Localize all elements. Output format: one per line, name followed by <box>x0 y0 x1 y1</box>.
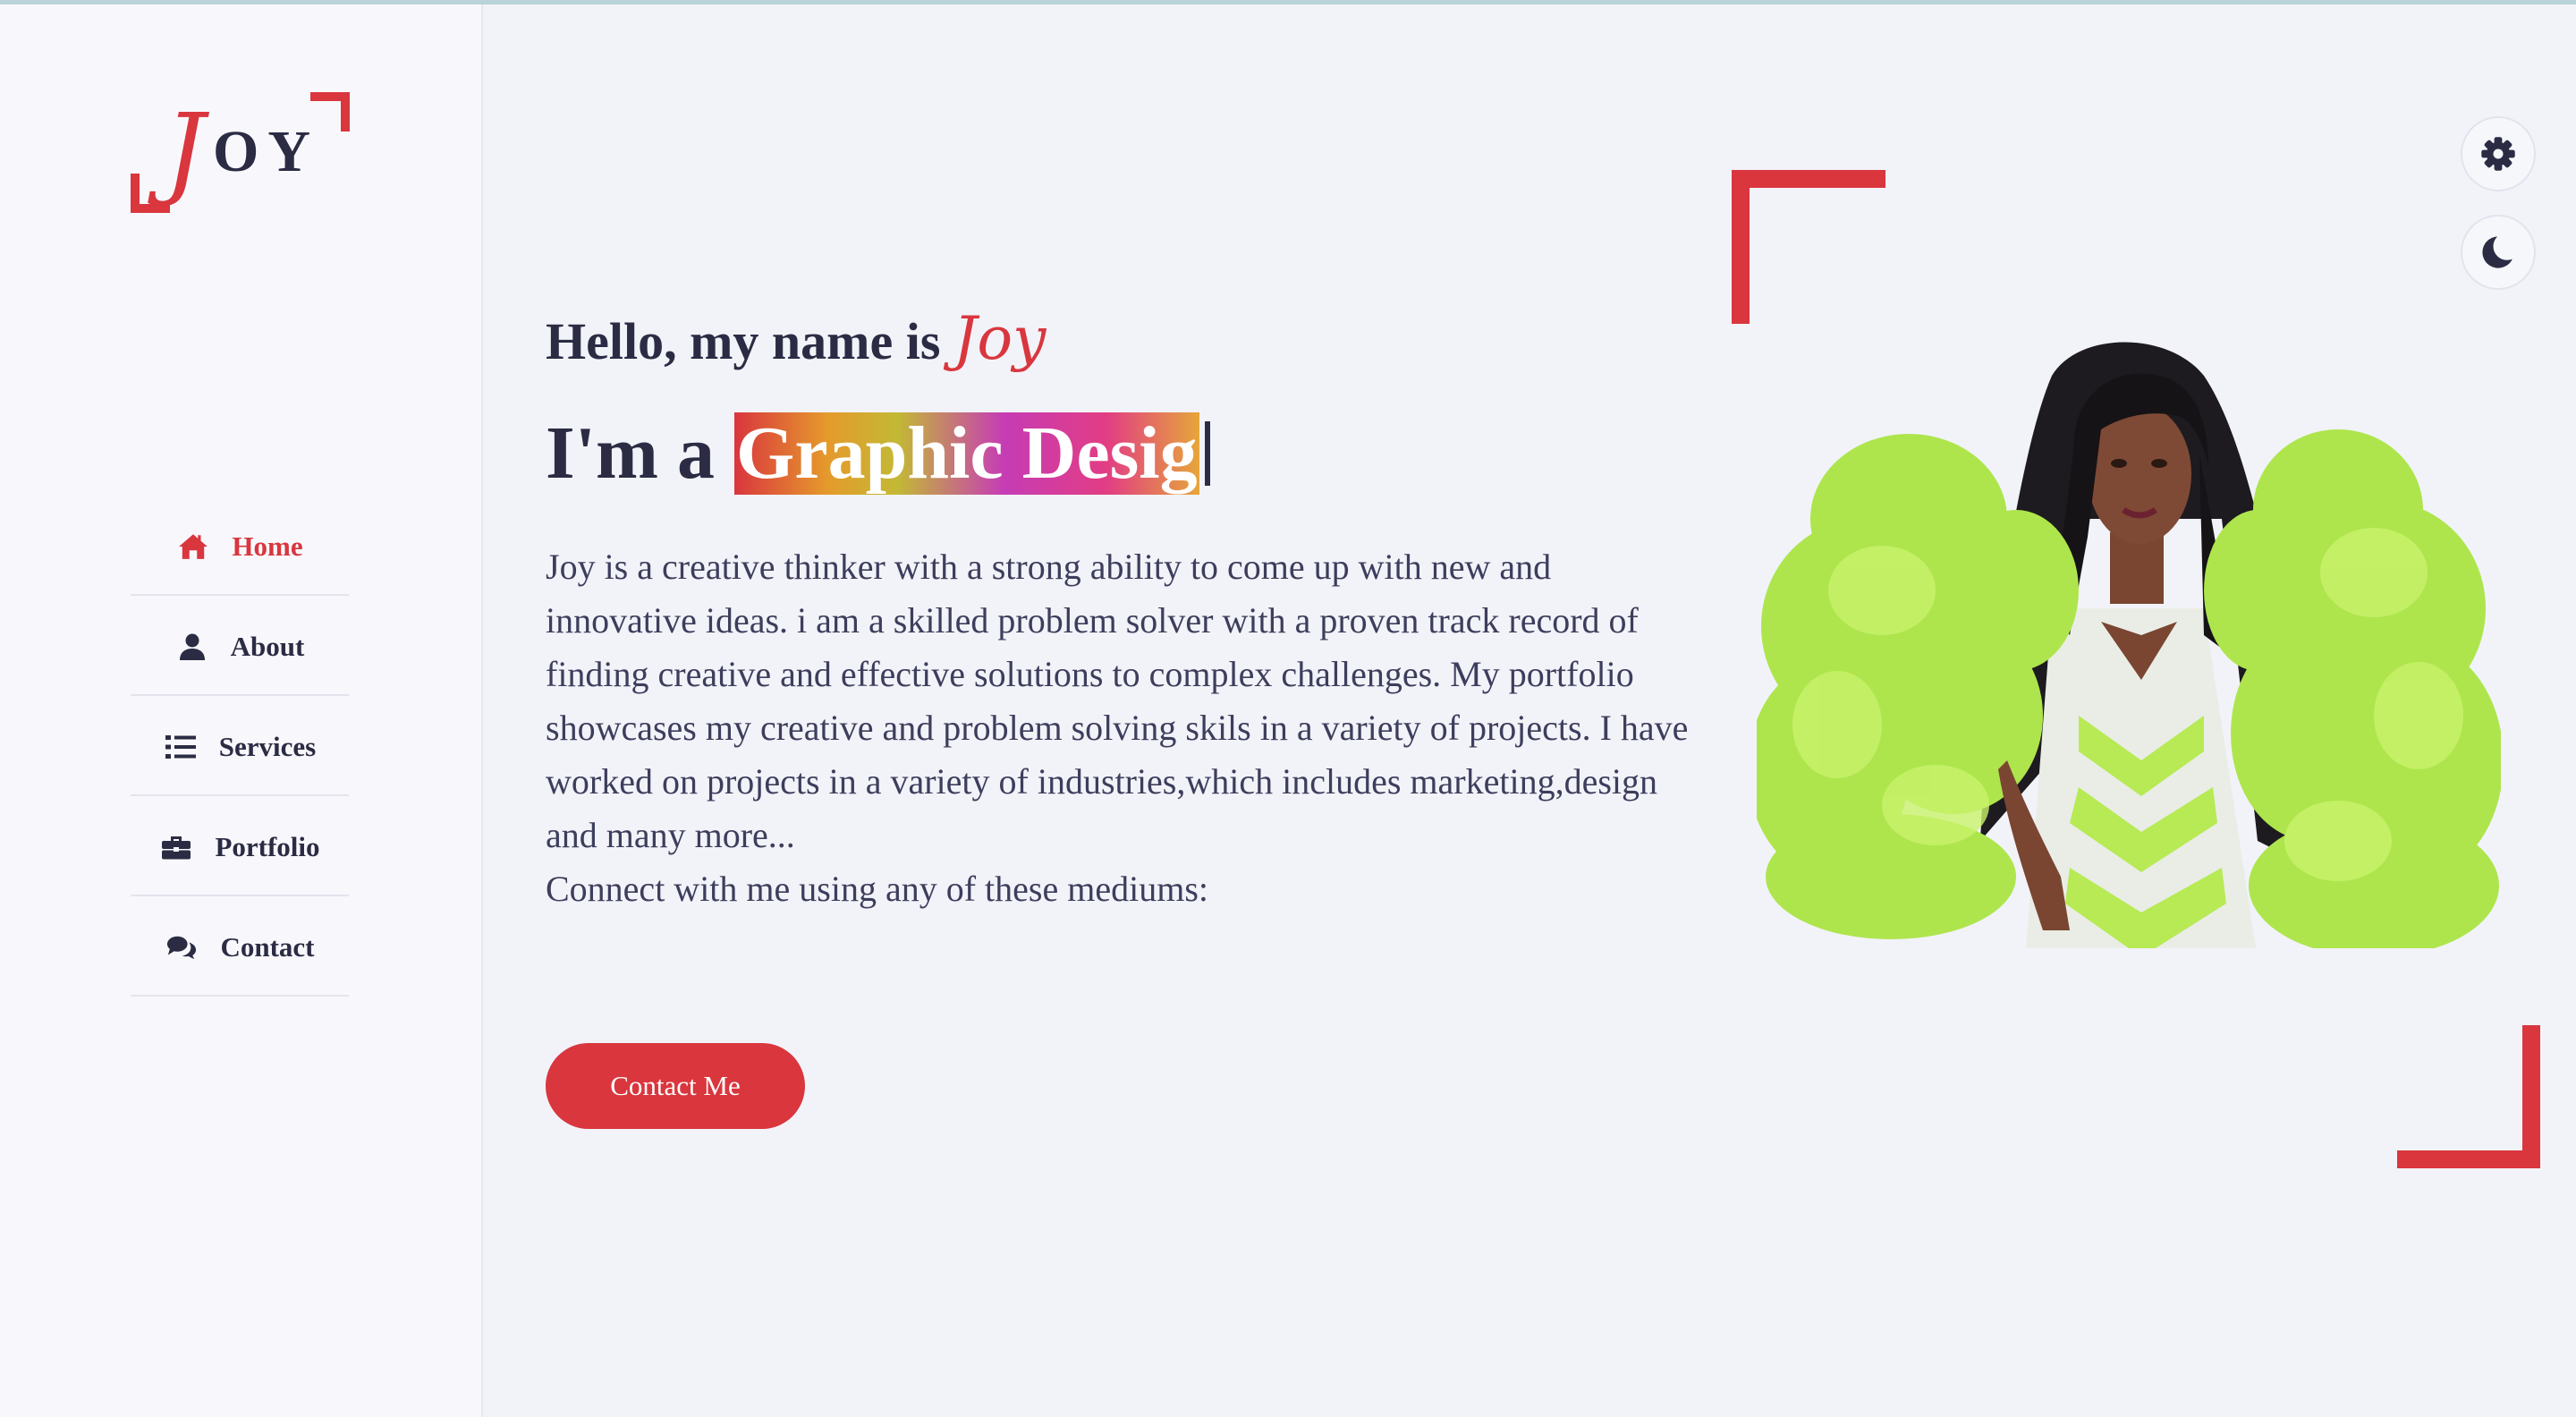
profile-photo <box>1757 342 2501 959</box>
gear-icon <box>2481 137 2515 171</box>
hero-role: I'm a Graphic Desig <box>546 410 1210 496</box>
logo-letter-j: J <box>165 93 205 209</box>
nav-item-services[interactable]: Services <box>131 699 349 796</box>
nav-label-portfolio: Portfolio <box>215 830 320 862</box>
photo-frame-corner-top-left <box>1732 170 1885 324</box>
user-icon <box>175 632 209 661</box>
hero-description: Joy is a creative thinker with a strong … <box>546 540 1699 916</box>
settings-button[interactable] <box>2461 116 2536 191</box>
briefcase-icon <box>159 833 193 861</box>
nav-item-home[interactable]: Home <box>131 498 349 596</box>
hero-greeting: Hello, my name is Joy <box>546 304 1046 373</box>
role-prefix: I'm a <box>546 412 715 495</box>
nav-label-services: Services <box>218 730 317 762</box>
theme-toggle-button[interactable] <box>2461 215 2536 290</box>
nav-label-contact: Contact <box>220 930 315 963</box>
connect-text: Connect with me using any of these mediu… <box>546 869 1208 909</box>
comments-icon <box>165 933 199 962</box>
main-nav: Home About Services Portfolio Contact <box>131 498 349 999</box>
greeting-text: Hello, my name is <box>546 312 941 370</box>
sidebar: J OY Home About Services Portfolio Conta… <box>0 4 483 1417</box>
nav-item-contact[interactable]: Contact <box>131 899 349 997</box>
description-text: Joy is a creative thinker with a strong … <box>546 547 1689 855</box>
logo[interactable]: J OY <box>131 92 350 213</box>
greeting-name: Joy <box>953 304 1046 373</box>
nav-label-home: Home <box>232 530 303 562</box>
nav-item-portfolio[interactable]: Portfolio <box>131 799 349 896</box>
photo-frame-corner-bottom-right <box>2397 1025 2540 1168</box>
nav-item-about[interactable]: About <box>131 598 349 696</box>
role-typed-text: Graphic Desig <box>734 412 1199 495</box>
nav-label-about: About <box>230 630 305 662</box>
home-icon <box>176 532 210 561</box>
list-icon <box>164 733 198 761</box>
moon-icon <box>2482 233 2518 268</box>
contact-me-button[interactable]: Contact Me <box>546 1043 805 1129</box>
typing-cursor <box>1204 420 1210 486</box>
logo-letters: OY <box>213 119 319 184</box>
